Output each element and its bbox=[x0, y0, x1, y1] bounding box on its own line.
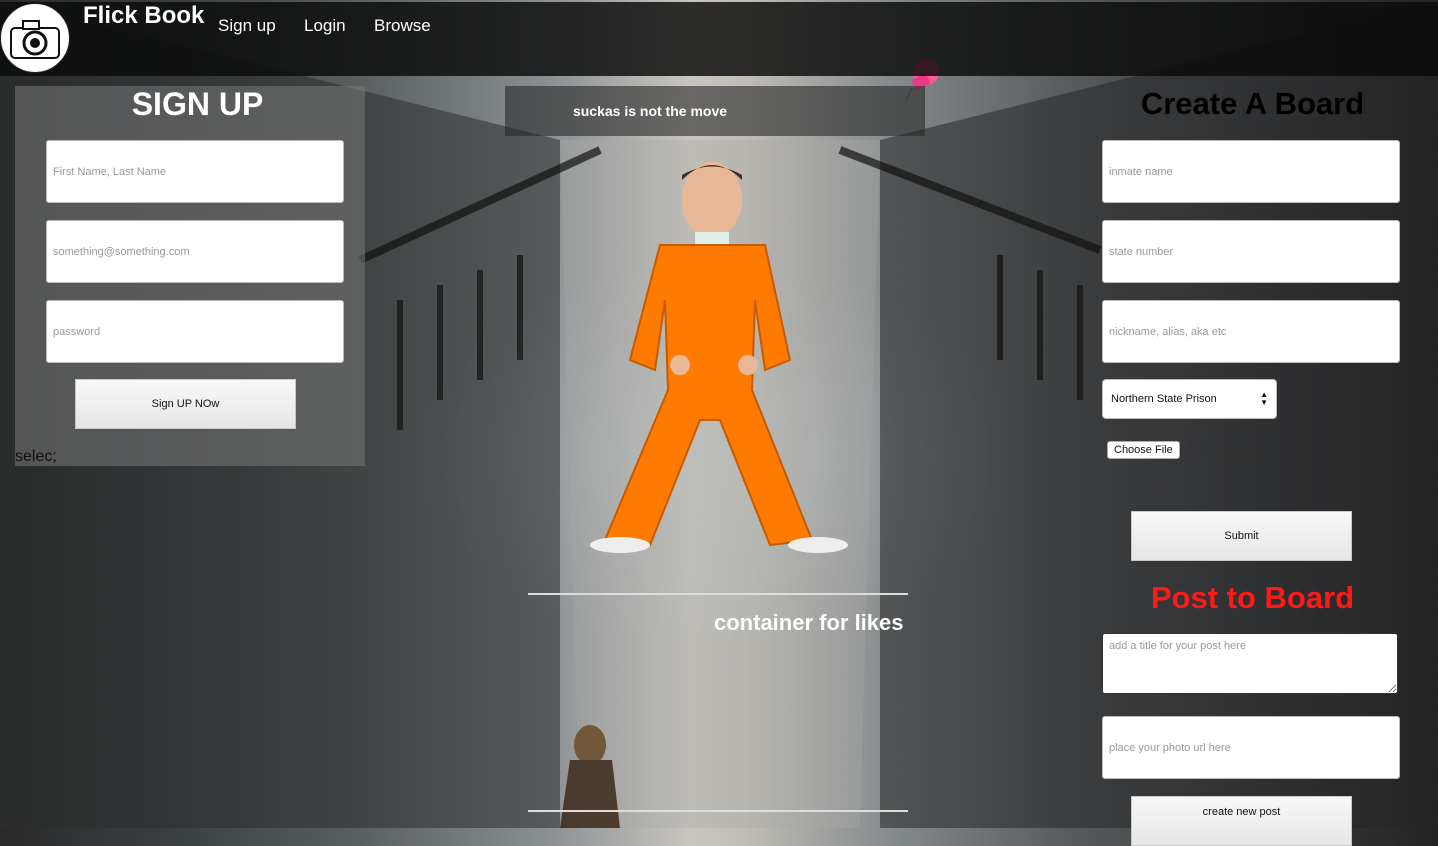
likes-container-label: container for likes bbox=[714, 610, 904, 635]
stray-text: selec; bbox=[15, 448, 57, 465]
nickname-input[interactable] bbox=[1102, 300, 1400, 363]
post-board-title: Post to Board bbox=[1150, 580, 1355, 615]
create-board-title: Create A Board bbox=[1140, 86, 1365, 121]
file-status-text: No file chosen bbox=[1188, 442, 1258, 454]
divider-bottom bbox=[528, 810, 908, 812]
state-number-input[interactable] bbox=[1102, 220, 1400, 283]
nav-login-link[interactable]: Login bbox=[304, 16, 346, 36]
post-title-textarea[interactable] bbox=[1102, 633, 1398, 694]
name-input[interactable] bbox=[46, 140, 344, 203]
camera-logo-icon[interactable] bbox=[0, 3, 70, 73]
prison-select[interactable]: Northern State Prison ▲ ▼ bbox=[1102, 379, 1277, 419]
prison-select-value: Northern State Prison bbox=[1111, 393, 1217, 405]
signup-button[interactable]: Sign UP NOw bbox=[75, 379, 296, 429]
divider-top bbox=[528, 593, 908, 595]
photo-url-input[interactable] bbox=[1102, 716, 1400, 779]
brand-name[interactable]: Flick Book bbox=[83, 2, 204, 30]
create-post-button[interactable]: create new post bbox=[1131, 796, 1352, 846]
choose-file-button[interactable]: Choose File bbox=[1107, 441, 1180, 459]
inmate-name-input[interactable] bbox=[1102, 140, 1400, 203]
post-quote: suckas is not the move bbox=[572, 103, 728, 119]
select-arrows-icon: ▲ ▼ bbox=[1260, 390, 1268, 407]
nav-signup-link[interactable]: Sign up bbox=[218, 16, 276, 36]
top-navbar bbox=[0, 2, 1438, 76]
submit-button[interactable]: Submit bbox=[1131, 511, 1352, 561]
email-input[interactable] bbox=[46, 220, 344, 283]
signup-title: SIGN UP bbox=[131, 86, 264, 122]
password-input[interactable] bbox=[46, 300, 344, 363]
nav-browse-link[interactable]: Browse bbox=[374, 16, 431, 36]
